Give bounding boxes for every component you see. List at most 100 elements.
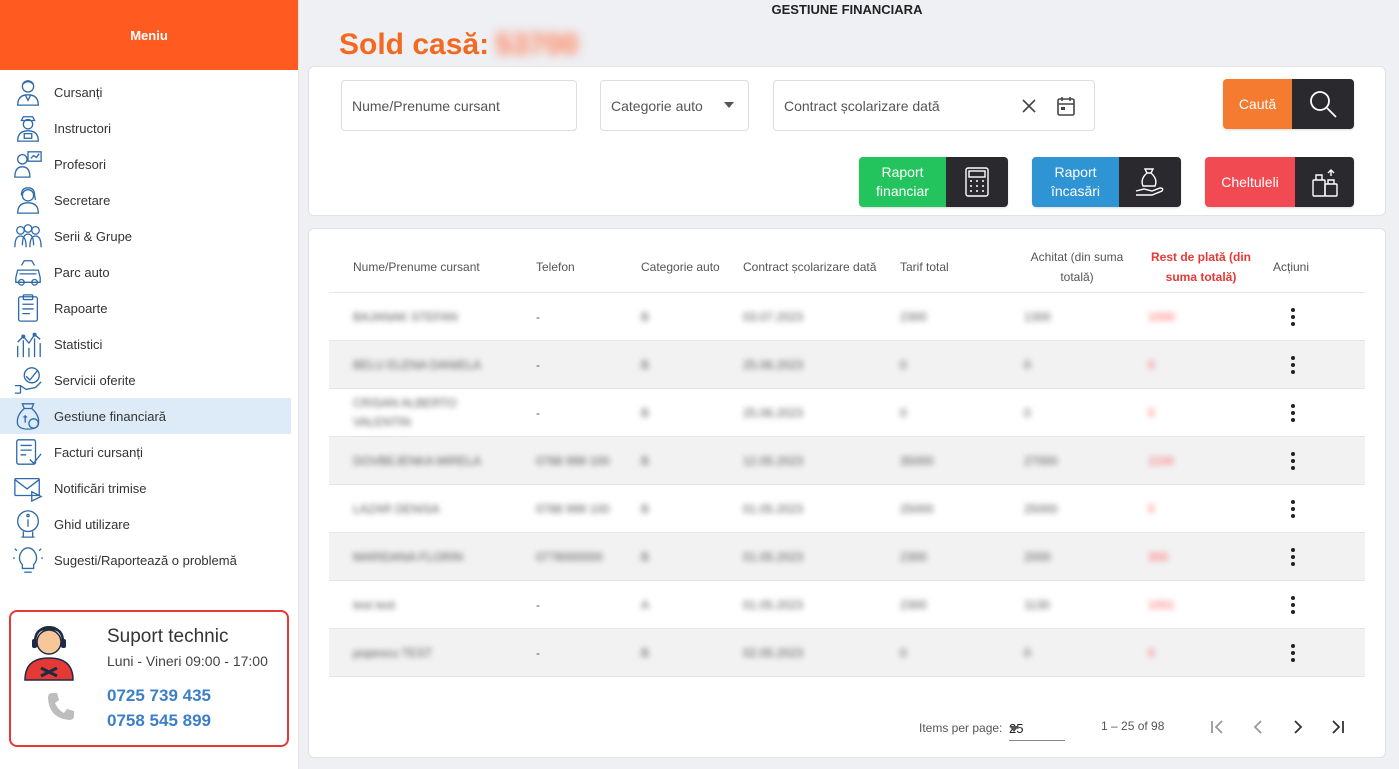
search-button[interactable]: Caută xyxy=(1223,79,1354,129)
table-row[interactable]: DOVBEJENKA MIRELA 0788 999 100 B 12.05.2023… xyxy=(329,437,1365,485)
last-page-button[interactable] xyxy=(1326,715,1350,739)
table-row[interactable]: MARIDANA FLORIN 0778000000 B 01.05.2023 2300… xyxy=(329,533,1365,581)
cell-category: B xyxy=(641,405,650,420)
sidebar-item-instructori[interactable]: Instructori xyxy=(0,110,291,146)
sidebar-item-servicii[interactable]: Servicii oferite xyxy=(0,362,291,398)
calculator-icon xyxy=(946,157,1008,207)
expenses-button[interactable]: Cheltuleli xyxy=(1205,157,1354,207)
sidebar-item-label: Statistici xyxy=(54,336,103,352)
cell-paid: 25000 xyxy=(1024,501,1058,516)
cell-rest: 0 xyxy=(1148,645,1155,660)
cell-paid: 1130 xyxy=(1024,597,1050,612)
cell-phone: 0778000000 xyxy=(536,549,603,564)
cell-contract: 01.05.2023 xyxy=(743,549,804,564)
table-row[interactable]: CRISAN ALBERTO VALENTIN - B 25.06.2023 0 0 0 xyxy=(329,389,1365,437)
student-name-field[interactable] xyxy=(341,80,577,131)
cell-contract: 12.05.2023 xyxy=(743,453,804,468)
column-header-paid: Achitat (din suma totală) xyxy=(1030,250,1124,284)
income-report-button[interactable]: Raport încasări xyxy=(1032,157,1181,207)
sidebar-item-parc-auto[interactable]: Parc auto xyxy=(0,254,291,290)
filter-card: Categorie auto Contract școlarizare dată… xyxy=(308,66,1386,216)
next-page-button[interactable] xyxy=(1286,715,1310,739)
previous-page-button[interactable] xyxy=(1246,715,1270,739)
sidebar-item-profesori[interactable]: Profesori xyxy=(0,146,291,182)
cell-category: B xyxy=(641,309,650,324)
cell-total: 0 xyxy=(900,357,907,372)
first-page-icon xyxy=(1211,720,1223,734)
calendar-icon[interactable] xyxy=(1056,95,1076,117)
sidebar-item-cursanti[interactable]: Cursanți xyxy=(0,74,291,110)
lightbulb-icon xyxy=(12,544,44,576)
contract-date-field[interactable]: Contract școlarizare dată xyxy=(773,80,1095,131)
column-header-actions: Acțiuni xyxy=(1273,260,1310,274)
car-icon xyxy=(12,256,44,288)
row-actions-menu-icon[interactable] xyxy=(1287,547,1299,567)
category-select-label: Categorie auto xyxy=(611,97,703,114)
service-icon xyxy=(12,364,44,396)
support-phone-2[interactable]: 0758 545 899 xyxy=(107,711,211,731)
column-header-contract: Contract școlarizare dată xyxy=(743,260,877,274)
table-row[interactable]: BELU ELENA DANIELA - B 25.06.2023 0 0 0 xyxy=(329,341,1365,389)
row-actions-menu-icon[interactable] xyxy=(1287,643,1299,663)
financial-report-button[interactable]: Raport financiar xyxy=(859,157,1008,207)
sidebar-item-ghid[interactable]: Ghid utilizare xyxy=(0,506,291,542)
mail-icon xyxy=(12,472,44,504)
table-header: Nume/Prenume cursant Telefon Categorie a… xyxy=(329,241,1365,293)
cell-contract: 03.07.2023 xyxy=(743,309,804,324)
row-actions-menu-icon[interactable] xyxy=(1287,595,1299,615)
items-per-page-select[interactable]: 25 xyxy=(1009,713,1065,741)
table-row[interactable]: popescu TEST - B 02.05.2023 0 0 0 xyxy=(329,629,1365,677)
sidebar-item-facturi[interactable]: Facturi cursanți xyxy=(0,434,291,470)
row-actions-menu-icon[interactable] xyxy=(1287,307,1299,327)
chevron-left-icon xyxy=(1253,720,1262,734)
search-button-label: Caută xyxy=(1223,79,1292,129)
close-icon[interactable] xyxy=(1020,97,1038,115)
support-title: Suport technic xyxy=(107,626,229,647)
sidebar: Meniu Cursanți Instructori Profesori Sec… xyxy=(0,0,299,769)
sidebar-item-sugestii[interactable]: Sugesti/Raportează o problemă xyxy=(0,542,291,578)
cell-rest: 0 xyxy=(1148,357,1155,372)
row-actions-menu-icon[interactable] xyxy=(1287,403,1299,423)
row-actions-menu-icon[interactable] xyxy=(1287,355,1299,375)
category-select[interactable]: Categorie auto xyxy=(600,80,749,131)
cell-category: B xyxy=(641,549,650,564)
support-phone-1[interactable]: 0725 739 435 xyxy=(107,686,211,706)
first-page-button[interactable] xyxy=(1205,715,1229,739)
cell-total: 2300 xyxy=(900,309,927,324)
cell-rest: 1001 xyxy=(1148,597,1175,612)
table-row[interactable]: test test - A 01.05.2023 2300 1130 1001 xyxy=(329,581,1365,629)
column-header-name: Nume/Prenume cursant xyxy=(353,260,480,274)
search-icon xyxy=(1292,79,1354,129)
cell-name: MARIDANA FLORIN xyxy=(353,549,464,564)
sidebar-item-notificari[interactable]: Notificări trimise xyxy=(0,470,291,506)
column-header-category: Categorie auto xyxy=(641,260,720,274)
contract-date-label: Contract școlarizare dată xyxy=(784,97,940,114)
sidebar-item-gestiune-financiara[interactable]: Gestiune financiară xyxy=(0,398,291,434)
invoice-icon xyxy=(12,436,44,468)
student-name-input[interactable] xyxy=(352,97,576,114)
cell-paid: 0 xyxy=(1024,645,1031,660)
column-header-rest: Rest de plată (din suma totală) xyxy=(1150,250,1251,284)
report-icon xyxy=(12,292,44,324)
sidebar-item-label: Notificări trimise xyxy=(54,480,147,496)
cell-total: 25000 xyxy=(900,501,934,516)
cell-contract: 02.05.2023 xyxy=(743,645,804,660)
sidebar-item-rapoarte[interactable]: Rapoarte xyxy=(0,290,291,326)
phone-icon xyxy=(48,693,74,720)
table-row[interactable]: BAJANAK STEFAN - B 03.07.2023 2300 1300 1000 xyxy=(329,293,1365,341)
cell-phone: - xyxy=(536,309,540,324)
sidebar-item-secretare[interactable]: Secretare xyxy=(0,182,291,218)
instructor-icon xyxy=(12,112,44,144)
statistics-icon xyxy=(12,328,44,360)
table-row[interactable]: LAZAR DENISA 0788 999 100 B 01.05.2023 25000… xyxy=(329,485,1365,533)
sidebar-item-statistici[interactable]: Statistici xyxy=(0,326,291,362)
sidebar-item-label: Gestiune financiară xyxy=(54,408,167,424)
cell-phone: 0788 999 100 xyxy=(536,453,610,468)
column-header-phone: Telefon xyxy=(536,260,575,274)
cell-category: B xyxy=(641,453,650,468)
cell-rest: 1000 xyxy=(1148,309,1175,324)
row-actions-menu-icon[interactable] xyxy=(1287,499,1299,519)
row-actions-menu-icon[interactable] xyxy=(1287,451,1299,471)
sidebar-item-serii-grupe[interactable]: Serii & Grupe xyxy=(0,218,291,254)
sidebar-item-label: Ghid utilizare xyxy=(54,516,130,532)
